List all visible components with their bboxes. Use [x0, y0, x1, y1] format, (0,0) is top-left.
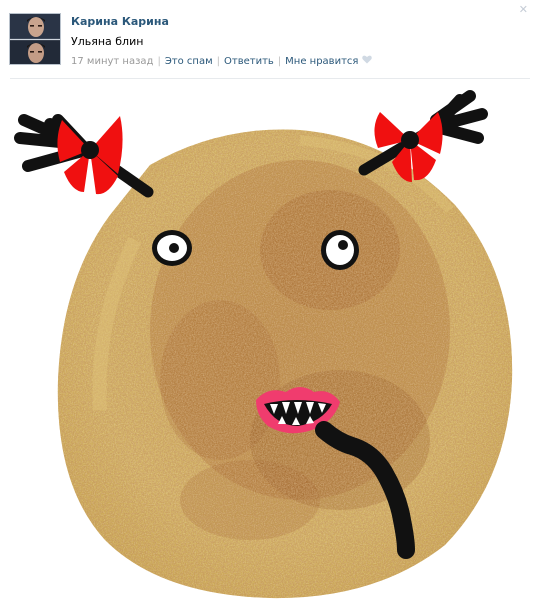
- comment: ✕ Карина Карина Ульяна блин 17 минут наз…: [0, 0, 540, 80]
- pancake-drawing: [14, 90, 513, 599]
- comment-image[interactable]: [0, 80, 540, 604]
- reply-link[interactable]: Ответить: [224, 56, 274, 67]
- left-bow: [57, 116, 123, 195]
- comment-time[interactable]: 17 минут назад: [71, 56, 153, 67]
- heart-icon[interactable]: [362, 55, 373, 67]
- avatar-photo: [10, 14, 60, 64]
- separator: |: [157, 55, 161, 67]
- close-icon[interactable]: ✕: [519, 4, 528, 15]
- separator: |: [277, 55, 282, 67]
- right-eye: [321, 230, 359, 270]
- comment-author[interactable]: Карина Карина: [71, 15, 169, 28]
- comment-text: Ульяна блин: [71, 35, 144, 48]
- comment-meta: 17 минут назад | Это спам | Ответить | М…: [71, 55, 373, 67]
- divider: [10, 78, 530, 79]
- separator: |: [216, 55, 220, 67]
- spam-link[interactable]: Это спам: [165, 56, 213, 67]
- avatar[interactable]: [9, 13, 61, 65]
- right-antenna-hand: [430, 90, 488, 144]
- left-eye: [152, 230, 192, 266]
- like-link[interactable]: Мне нравится: [285, 56, 358, 67]
